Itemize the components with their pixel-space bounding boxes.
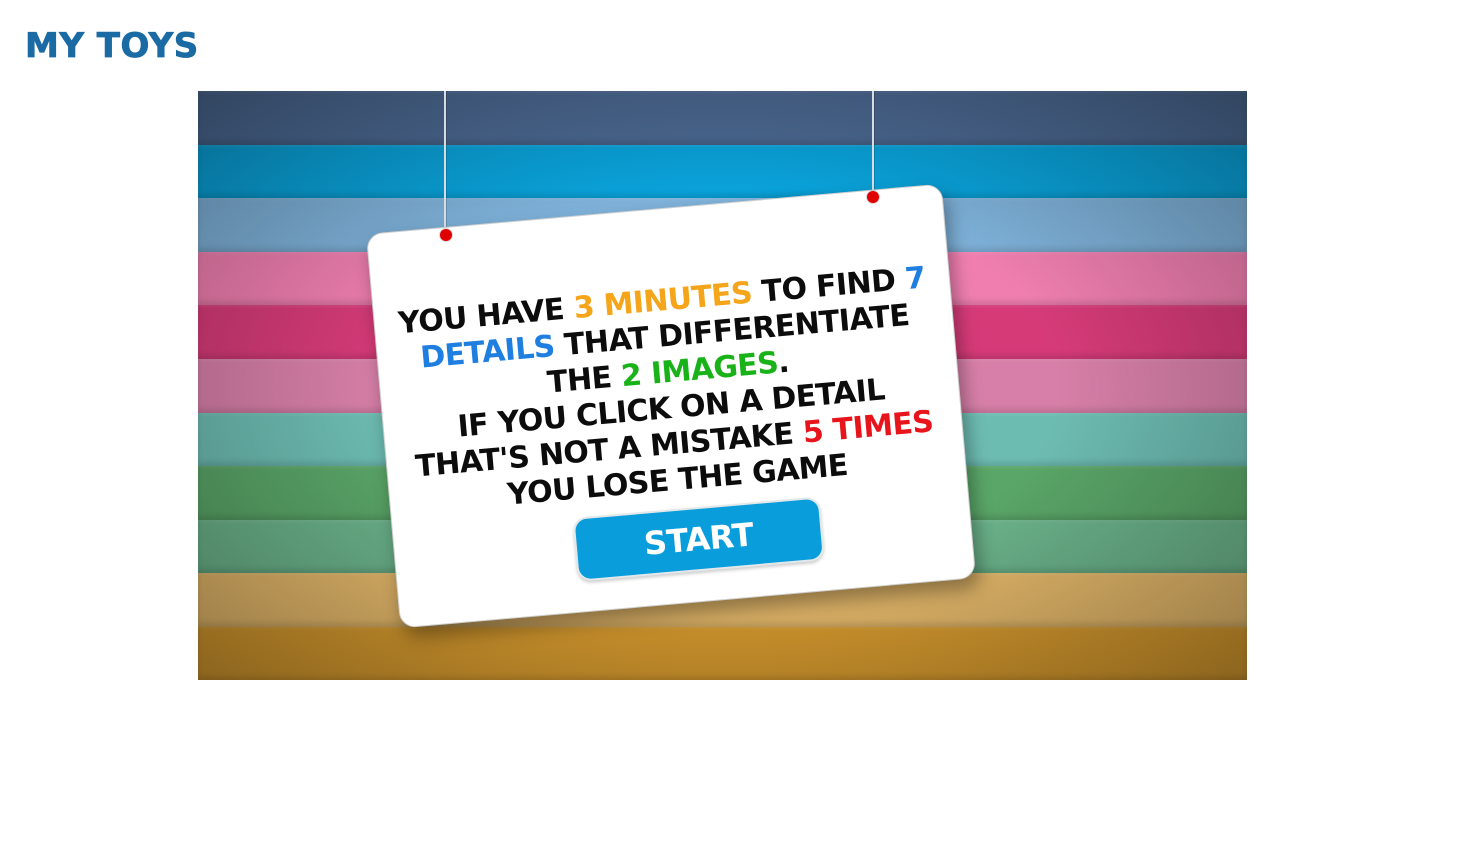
background-stripe	[198, 91, 1247, 145]
background-stripe	[198, 144, 1247, 199]
start-button[interactable]: START	[572, 496, 826, 582]
hanging-string-right	[872, 91, 874, 197]
background-stripe	[198, 626, 1247, 680]
game-canvas[interactable]: YOU HAVE 3 MINUTES TO FIND 7 DETAILS THA…	[198, 91, 1247, 680]
instructions-sign: YOU HAVE 3 MINUTES TO FIND 7 DETAILS THA…	[365, 183, 977, 629]
pin-right-icon	[867, 191, 879, 203]
hanging-string-left	[444, 91, 446, 235]
instructions-text: YOU HAVE 3 MINUTES TO FIND 7 DETAILS THA…	[396, 260, 935, 513]
page-title: MY TOYS	[25, 26, 199, 67]
pin-left-icon	[440, 229, 452, 241]
